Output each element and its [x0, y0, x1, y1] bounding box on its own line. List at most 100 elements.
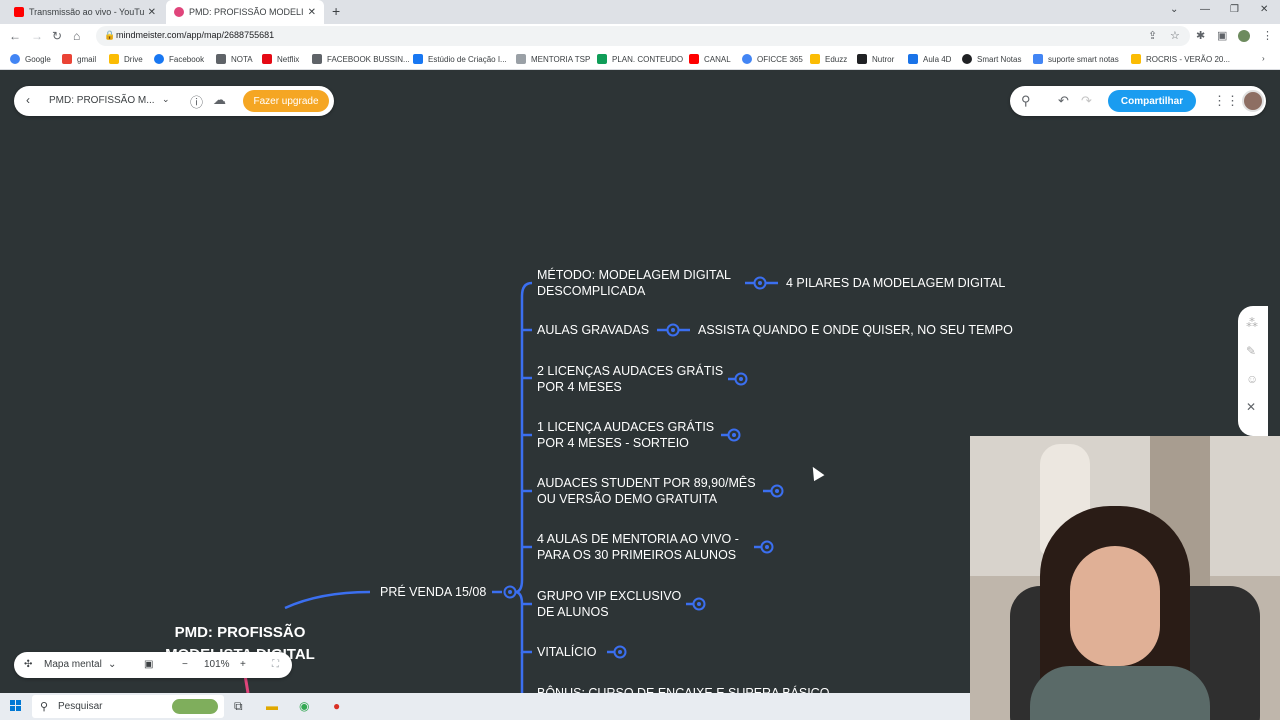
- topic-line: 1 LICENÇA AUDACES GRÁTIS: [537, 420, 715, 434]
- bookmark-drive[interactable]: Drive: [109, 54, 143, 64]
- bookmark-label: OFICCE 365: [757, 54, 803, 64]
- topic-line: MÉTODO: MODELAGEM DIGITAL: [537, 268, 732, 282]
- bookmark-office[interactable]: OFICCE 365: [742, 54, 803, 64]
- bookmark-facebook-business[interactable]: FACEBOOK BUSSIN...: [312, 54, 410, 64]
- bookmark-estudio[interactable]: Estúdio de Criação I...: [413, 54, 507, 64]
- url-text: mindmeister.com/app/map/2688755681: [116, 30, 275, 40]
- bookmark-star-icon[interactable]: ☆: [1170, 29, 1180, 42]
- tab-title: PMD: PROFISSÃO MODELISTA DI: [189, 7, 304, 17]
- topic-mentoria[interactable]: 4 AULAS DE MENTORIA AO VIVO - PARA OS 30…: [537, 531, 739, 563]
- topic-line: 4 AULAS DE MENTORIA AO VIVO -: [537, 532, 739, 546]
- extensions-icon[interactable]: ✱: [1196, 29, 1205, 42]
- topic-2-licencas[interactable]: 2 LICENÇAS AUDACES GRÁTIS POR 4 MESES: [537, 363, 723, 395]
- upgrade-button[interactable]: Fazer upgrade: [243, 90, 329, 112]
- map-title[interactable]: PMD: PROFISSÃO M...: [49, 95, 155, 106]
- bookmark-suporte[interactable]: suporte smart notas: [1033, 54, 1119, 64]
- user-avatar[interactable]: [1242, 90, 1264, 112]
- topic-audaces-student[interactable]: AUDACES STUDENT POR 89,90/MÊS OU VERSÃO …: [537, 475, 756, 507]
- file-explorer-icon[interactable]: ▬: [266, 699, 278, 713]
- close-window-icon[interactable]: ✕: [1260, 4, 1268, 15]
- mindmap-view-icon[interactable]: ✣: [24, 659, 32, 670]
- forward-arrow-icon[interactable]: →: [31, 29, 43, 43]
- redo-icon[interactable]: ↷: [1081, 93, 1092, 109]
- more-menu-icon[interactable]: ⋮: [1262, 29, 1273, 42]
- topic-metodo[interactable]: MÉTODO: MODELAGEM DIGITAL DESCOMPLICADA: [537, 267, 731, 299]
- connect-icon[interactable]: ✕: [1246, 400, 1256, 414]
- subtopic-4-pilares[interactable]: 4 PILARES DA MODELAGEM DIGITAL: [786, 275, 1005, 291]
- bookmark-netflix[interactable]: Netflix: [262, 54, 299, 64]
- url-field[interactable]: 🔒 mindmeister.com/app/map/2688755681: [96, 26, 1190, 46]
- app-icon[interactable]: ●: [333, 699, 340, 713]
- zoom-in-button[interactable]: +: [240, 659, 246, 670]
- bookmark-nutror[interactable]: Nutror: [857, 54, 894, 64]
- chevron-down-icon[interactable]: ⌄: [108, 659, 116, 670]
- bookmark-label: Nutror: [872, 54, 895, 64]
- restore-icon[interactable]: ❐: [1230, 4, 1239, 15]
- windows-start-icon[interactable]: [10, 700, 22, 712]
- profile-avatar[interactable]: [1238, 30, 1250, 42]
- taskbar-search[interactable]: ⚲ Pesquisar: [32, 695, 224, 718]
- topic-pre-venda[interactable]: PRÉ VENDA 15/08: [380, 584, 486, 600]
- bookmark-label: MENTORIA TSP: [531, 54, 591, 64]
- side-panel-icon[interactable]: ▣: [1217, 29, 1227, 42]
- back-chevron-icon[interactable]: ‹: [26, 93, 30, 107]
- globe-icon: [962, 54, 972, 64]
- more-bookmarks-chevron-icon[interactable]: ›: [1262, 54, 1265, 63]
- map-toolbar: ‹ PMD: PROFISSÃO M... ⌄ ⓘ ☁ Fazer upgrad…: [14, 86, 334, 116]
- reload-icon[interactable]: ↻: [52, 29, 62, 43]
- bookmark-google[interactable]: Google: [10, 54, 51, 64]
- style-icon[interactable]: ✎: [1246, 344, 1256, 358]
- bookmark-label: ROCRIS - VERÃO 20...: [1146, 54, 1231, 64]
- close-icon[interactable]: ✕: [308, 7, 316, 18]
- bookmark-label: NOTA: [231, 54, 253, 64]
- bookmark-aula-4d[interactable]: Aula 4D: [908, 54, 951, 64]
- minimize-icon[interactable]: —: [1200, 4, 1210, 15]
- theme-icon[interactable]: ⁂: [1246, 316, 1258, 330]
- expand-dot: [732, 433, 736, 437]
- search-icon: ⚲: [40, 701, 49, 713]
- tab-youtube[interactable]: Transmissão ao vivo - YouTube S ✕: [6, 0, 164, 24]
- info-icon[interactable]: ⓘ: [190, 92, 203, 111]
- cloud-sync-icon[interactable]: ☁: [213, 92, 226, 108]
- expand-dot: [618, 650, 622, 654]
- collapse-dot: [758, 281, 762, 285]
- branch-connector: [284, 590, 371, 610]
- bookmark-facebook[interactable]: Facebook: [154, 54, 204, 64]
- bookmark-mentoria[interactable]: MENTORIA TSP: [516, 54, 590, 64]
- tab-mindmeister[interactable]: PMD: PROFISSÃO MODELISTA DI ✕: [166, 0, 324, 24]
- back-arrow-icon[interactable]: ←: [9, 29, 21, 43]
- topic-vitalicio[interactable]: VITALÍCIO: [537, 644, 597, 660]
- subtopic-assista[interactable]: ASSISTA QUANDO E ONDE QUISER, NO SEU TEM…: [698, 322, 1013, 338]
- bookmark-gmail[interactable]: gmail: [62, 54, 96, 64]
- collapse-dot: [671, 328, 675, 332]
- topic-aulas-gravadas[interactable]: AULAS GRAVADAS: [537, 322, 649, 338]
- chrome-icon[interactable]: ◉: [299, 699, 309, 713]
- topic-grupo-vip[interactable]: GRUPO VIP EXCLUSIVO DE ALUNOS: [537, 588, 681, 620]
- undo-icon[interactable]: ↶: [1058, 93, 1069, 109]
- presentation-icon[interactable]: ▣: [144, 659, 153, 670]
- bookmark-canal[interactable]: CANAL: [689, 54, 731, 64]
- bookmark-nota[interactable]: NOTA: [216, 54, 253, 64]
- task-view-icon[interactable]: ⧉: [234, 699, 243, 714]
- share-page-icon[interactable]: ⇪: [1148, 29, 1157, 42]
- new-tab-icon[interactable]: +: [332, 3, 340, 19]
- emoji-icon[interactable]: ☺: [1246, 372, 1258, 386]
- fit-to-screen-icon[interactable]: ⛶: [272, 659, 279, 670]
- zoom-out-button[interactable]: −: [182, 659, 188, 670]
- share-button[interactable]: Compartilhar: [1108, 90, 1196, 112]
- bookmark-smart-notas[interactable]: Smart Notas: [962, 54, 1021, 64]
- search-icon[interactable]: ⚲: [1021, 93, 1031, 109]
- tab-search-chevron-icon[interactable]: ⌄: [1170, 4, 1178, 15]
- bookmark-plan-conteudo[interactable]: PLAN. CONTEUDO: [597, 54, 683, 64]
- bookmark-rocris[interactable]: ROCRIS - VERÃO 20...: [1131, 54, 1230, 64]
- topic-1-licenca[interactable]: 1 LICENÇA AUDACES GRÁTIS POR 4 MESES - S…: [537, 419, 714, 451]
- home-icon[interactable]: ⌂: [73, 29, 80, 43]
- bookmark-eduzz[interactable]: Eduzz: [810, 54, 847, 64]
- chevron-down-icon[interactable]: ⌄: [162, 94, 170, 105]
- close-icon[interactable]: ✕: [148, 7, 156, 18]
- search-highlight-image: [172, 699, 218, 714]
- topic-line: AULAS GRAVADAS: [537, 323, 650, 337]
- view-mode-select[interactable]: Mapa mental: [44, 659, 102, 670]
- apps-grid-icon[interactable]: ⋮⋮: [1213, 93, 1239, 109]
- drive-icon: [109, 54, 119, 64]
